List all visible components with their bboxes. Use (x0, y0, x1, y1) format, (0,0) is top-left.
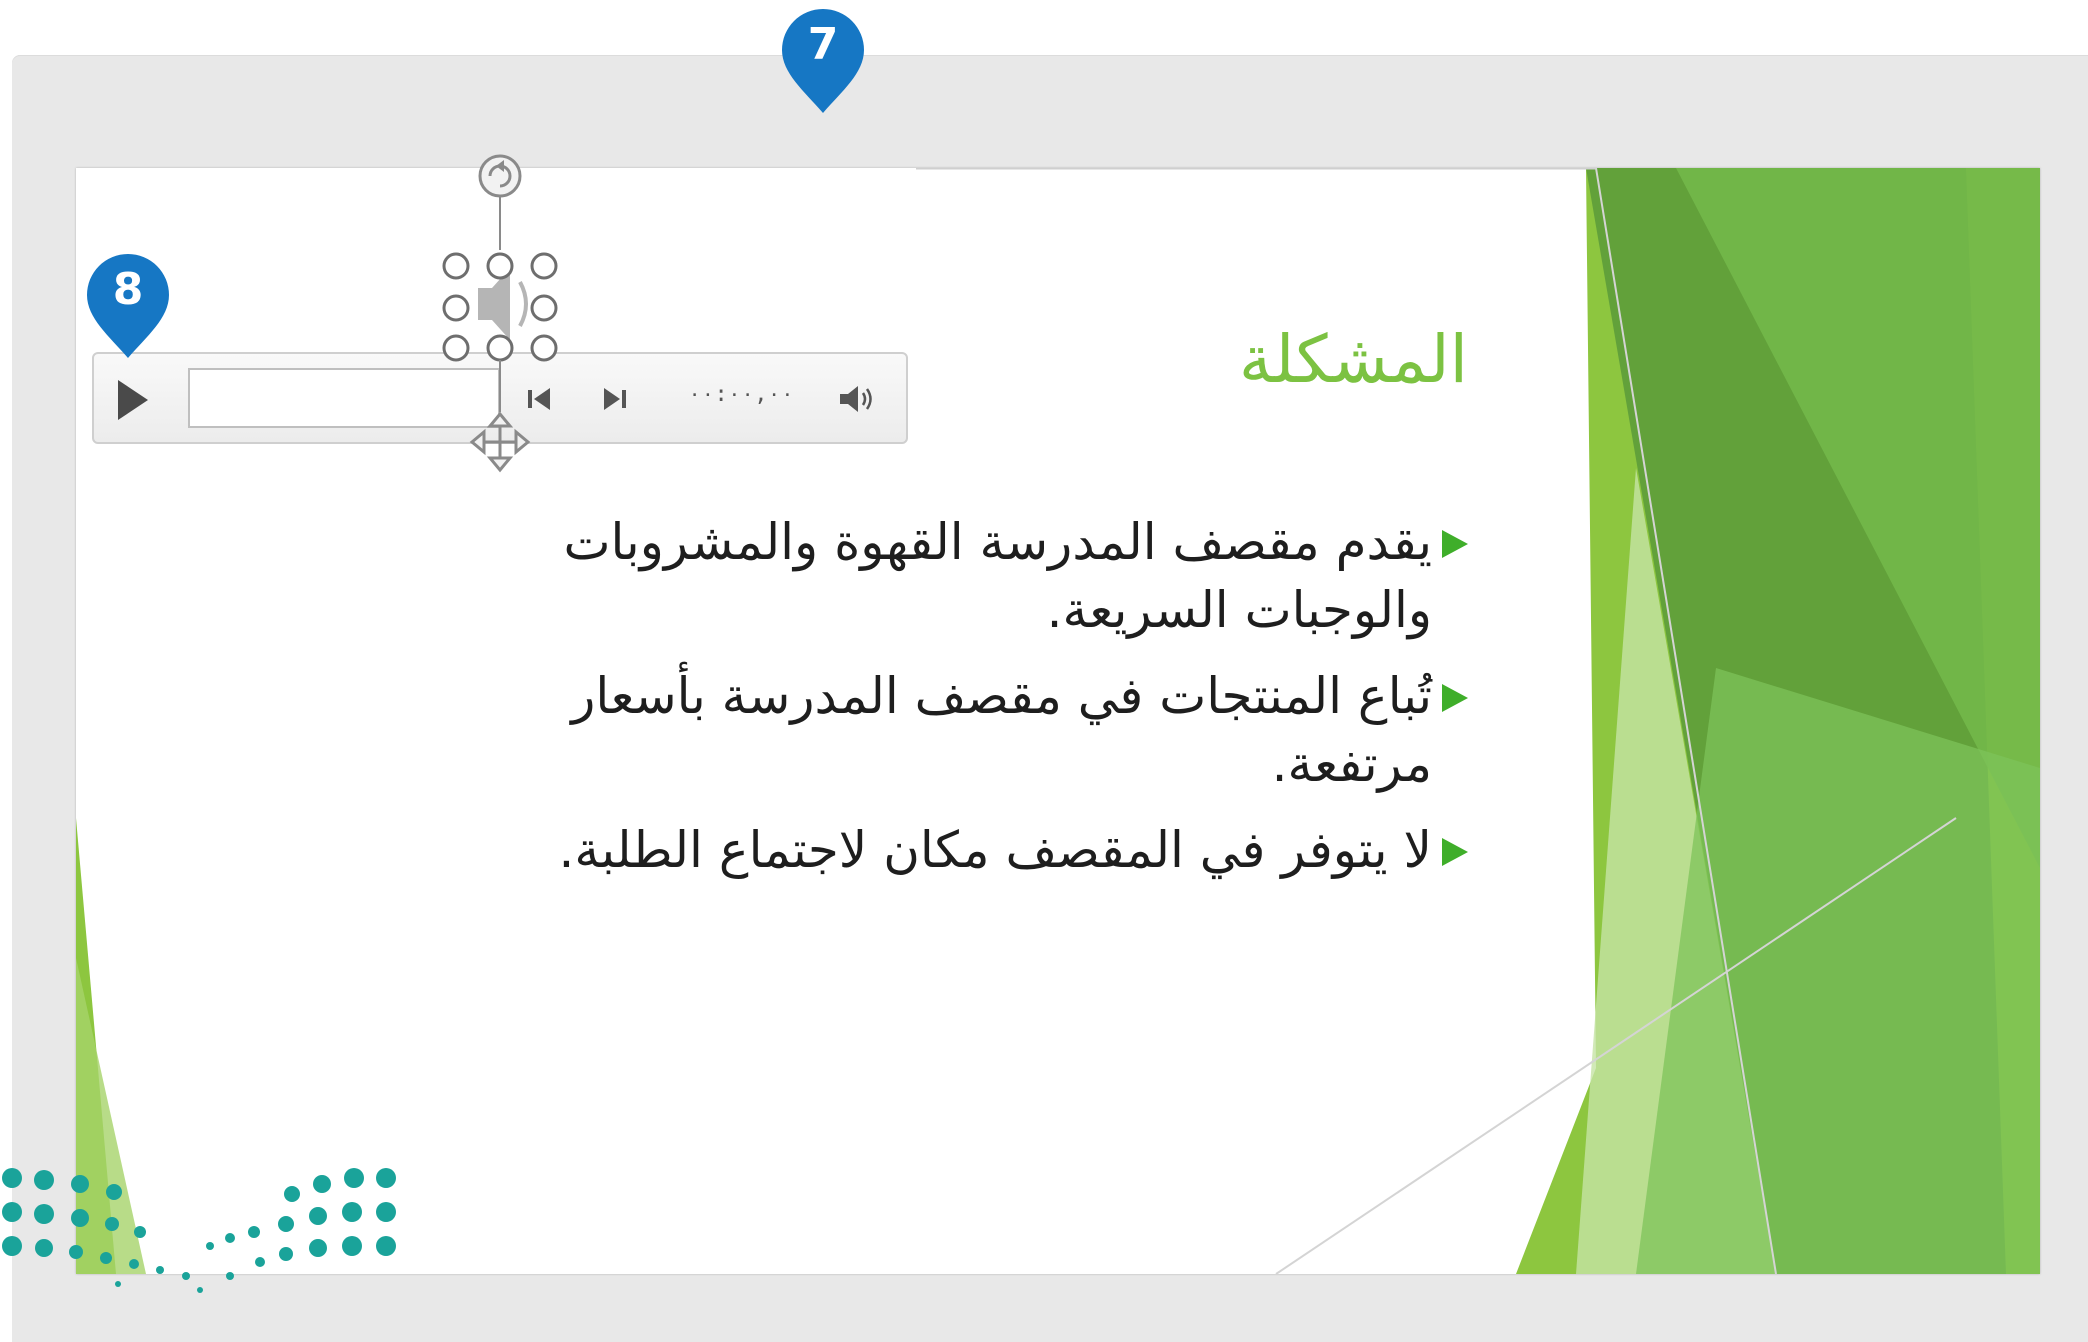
callout-number: 7 (807, 19, 839, 70)
volume-icon[interactable] (838, 382, 878, 416)
callout-marker-7: 7 (778, 5, 868, 115)
skip-forward-icon[interactable] (602, 384, 628, 414)
bullet-arrow-icon (1442, 684, 1468, 712)
move-handle[interactable] (469, 411, 531, 473)
bullet-text: يقدم مقصف المدرسة القهوة والمشروبات والو… (563, 513, 1432, 639)
bullet-arrow-icon (1442, 530, 1468, 558)
bullet-list[interactable]: يقدم مقصف المدرسة القهوة والمشروبات والو… (468, 508, 1468, 902)
bullet-item: تُباع المنتجات في مقصف المدرسة بأسعار مر… (468, 662, 1468, 798)
callout-number: 8 (112, 264, 144, 315)
slide-title[interactable]: المشكلة (1239, 321, 1468, 398)
bullet-text: تُباع المنتجات في مقصف المدرسة بأسعار مر… (571, 667, 1432, 793)
bullet-item: لا يتوفر في المقصف مكان لاجتماع الطلبة. (468, 816, 1468, 884)
selected-audio-object[interactable] (438, 150, 578, 480)
time-display: ٠٠:٠٠,٠٠ (688, 382, 794, 407)
bullet-item: يقدم مقصف المدرسة القهوة والمشروبات والو… (468, 508, 1468, 644)
rotate-handle[interactable] (478, 154, 522, 198)
play-icon[interactable] (118, 380, 148, 420)
slide-canvas[interactable]: المشكلة يقدم مقصف المدرسة القهوة والمشرو… (76, 168, 2040, 1274)
bullet-text: لا يتوفر في المقصف مكان لاجتماع الطلبة. (558, 821, 1432, 879)
callout-marker-8: 8 (83, 250, 173, 360)
bullet-arrow-icon (1442, 838, 1468, 866)
ministry-logo (2, 1168, 396, 1293)
